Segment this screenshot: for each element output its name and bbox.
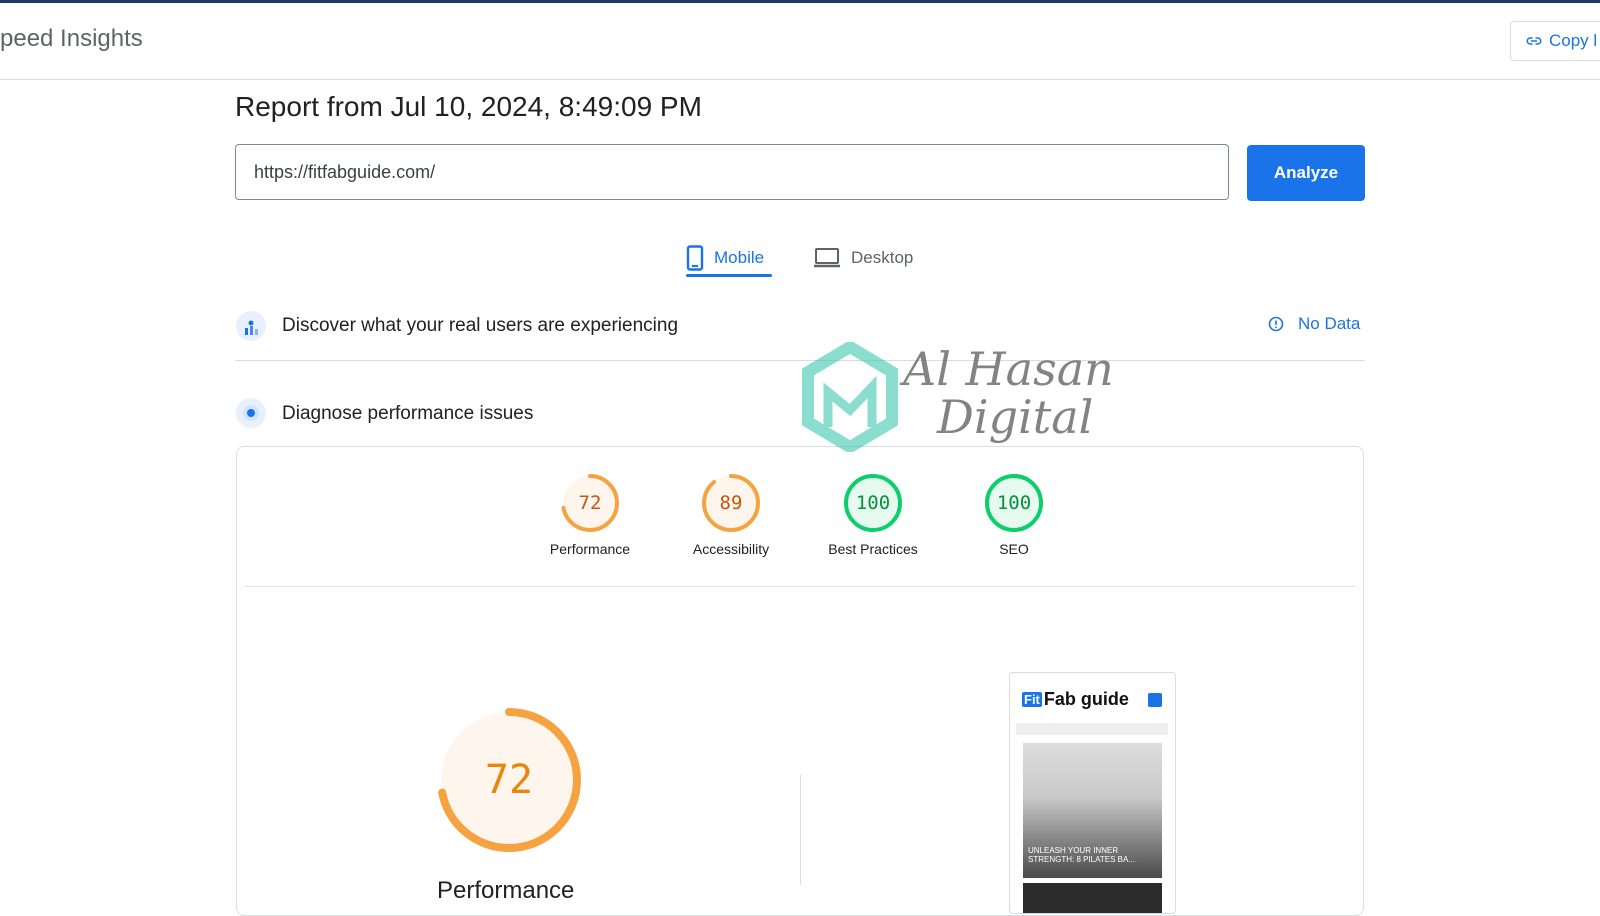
hero-caption: UNLEASH YOUR INNER STRENGTH: 8 PILATES B… xyxy=(1028,846,1135,864)
users-chart-icon xyxy=(236,311,266,341)
app-header: peed Insights Copy l xyxy=(0,3,1600,80)
score-value: 100 xyxy=(856,492,890,514)
bottom-image xyxy=(1023,883,1162,913)
url-value: https://fitfabguide.com/ xyxy=(254,161,436,182)
watermark-logo-icon xyxy=(802,342,898,452)
watermark: Al Hasan Digital xyxy=(800,342,1140,452)
score-label: Best Practices xyxy=(828,541,918,557)
tab-desktop[interactable]: Desktop xyxy=(813,236,913,280)
report-title: Report from Jul 10, 2024, 8:49:09 PM xyxy=(235,91,702,122)
link-icon xyxy=(1526,37,1542,45)
score-gauge-performance[interactable]: 72 Performance xyxy=(530,474,650,557)
site-logo: Fit Fab guide xyxy=(1022,689,1129,709)
laptop-icon xyxy=(814,248,840,268)
score-value: 89 xyxy=(720,492,743,514)
target-icon xyxy=(236,398,266,428)
score-value: 72 xyxy=(579,492,602,514)
app-title: peed Insights xyxy=(0,25,143,52)
score-value: 100 xyxy=(997,492,1031,514)
score-gauge-best-practices[interactable]: 100 Best Practices xyxy=(813,474,933,557)
vertical-separator xyxy=(800,775,801,885)
active-tab-indicator xyxy=(686,274,772,277)
card-divider xyxy=(245,586,1355,587)
score-value: 72 xyxy=(485,757,533,803)
search-bar xyxy=(1016,723,1168,735)
performance-main-gauge: 72 xyxy=(437,708,581,852)
page-screenshot-thumbnail: Fit Fab guide UNLEASH YOUR INNER STRENGTH… xyxy=(1009,672,1176,914)
tab-mobile-label: Mobile xyxy=(714,248,765,267)
copy-link-button[interactable]: Copy l xyxy=(1510,21,1600,61)
watermark-line1: Al Hasan xyxy=(903,342,1114,396)
tab-desktop-label: Desktop xyxy=(851,248,914,267)
analyze-button[interactable]: Analyze xyxy=(1247,145,1365,201)
field-data-text: Discover what your real users are experi… xyxy=(282,315,679,336)
score-gauge-seo[interactable]: 100 SEO xyxy=(954,474,1074,557)
score-label: SEO xyxy=(999,541,1029,557)
score-label: Accessibility xyxy=(692,541,770,557)
score-label: Performance xyxy=(549,541,631,557)
score-gauge-accessibility[interactable]: 89 Accessibility xyxy=(671,474,791,557)
section-divider xyxy=(235,360,1365,361)
no-data-label: No Data xyxy=(1298,314,1361,333)
watermark-line2: Digital xyxy=(937,390,1094,444)
performance-main-label: Performance xyxy=(437,877,575,904)
menu-icon xyxy=(1148,693,1162,707)
no-data-status[interactable]: No Data xyxy=(1268,314,1360,334)
copy-link-label: Copy l xyxy=(1549,31,1598,50)
url-input[interactable]: https://fitfabguide.com/ xyxy=(235,144,1229,200)
info-icon xyxy=(1268,316,1284,332)
diagnose-text: Diagnose performance issues xyxy=(282,403,534,424)
phone-icon xyxy=(686,245,704,271)
